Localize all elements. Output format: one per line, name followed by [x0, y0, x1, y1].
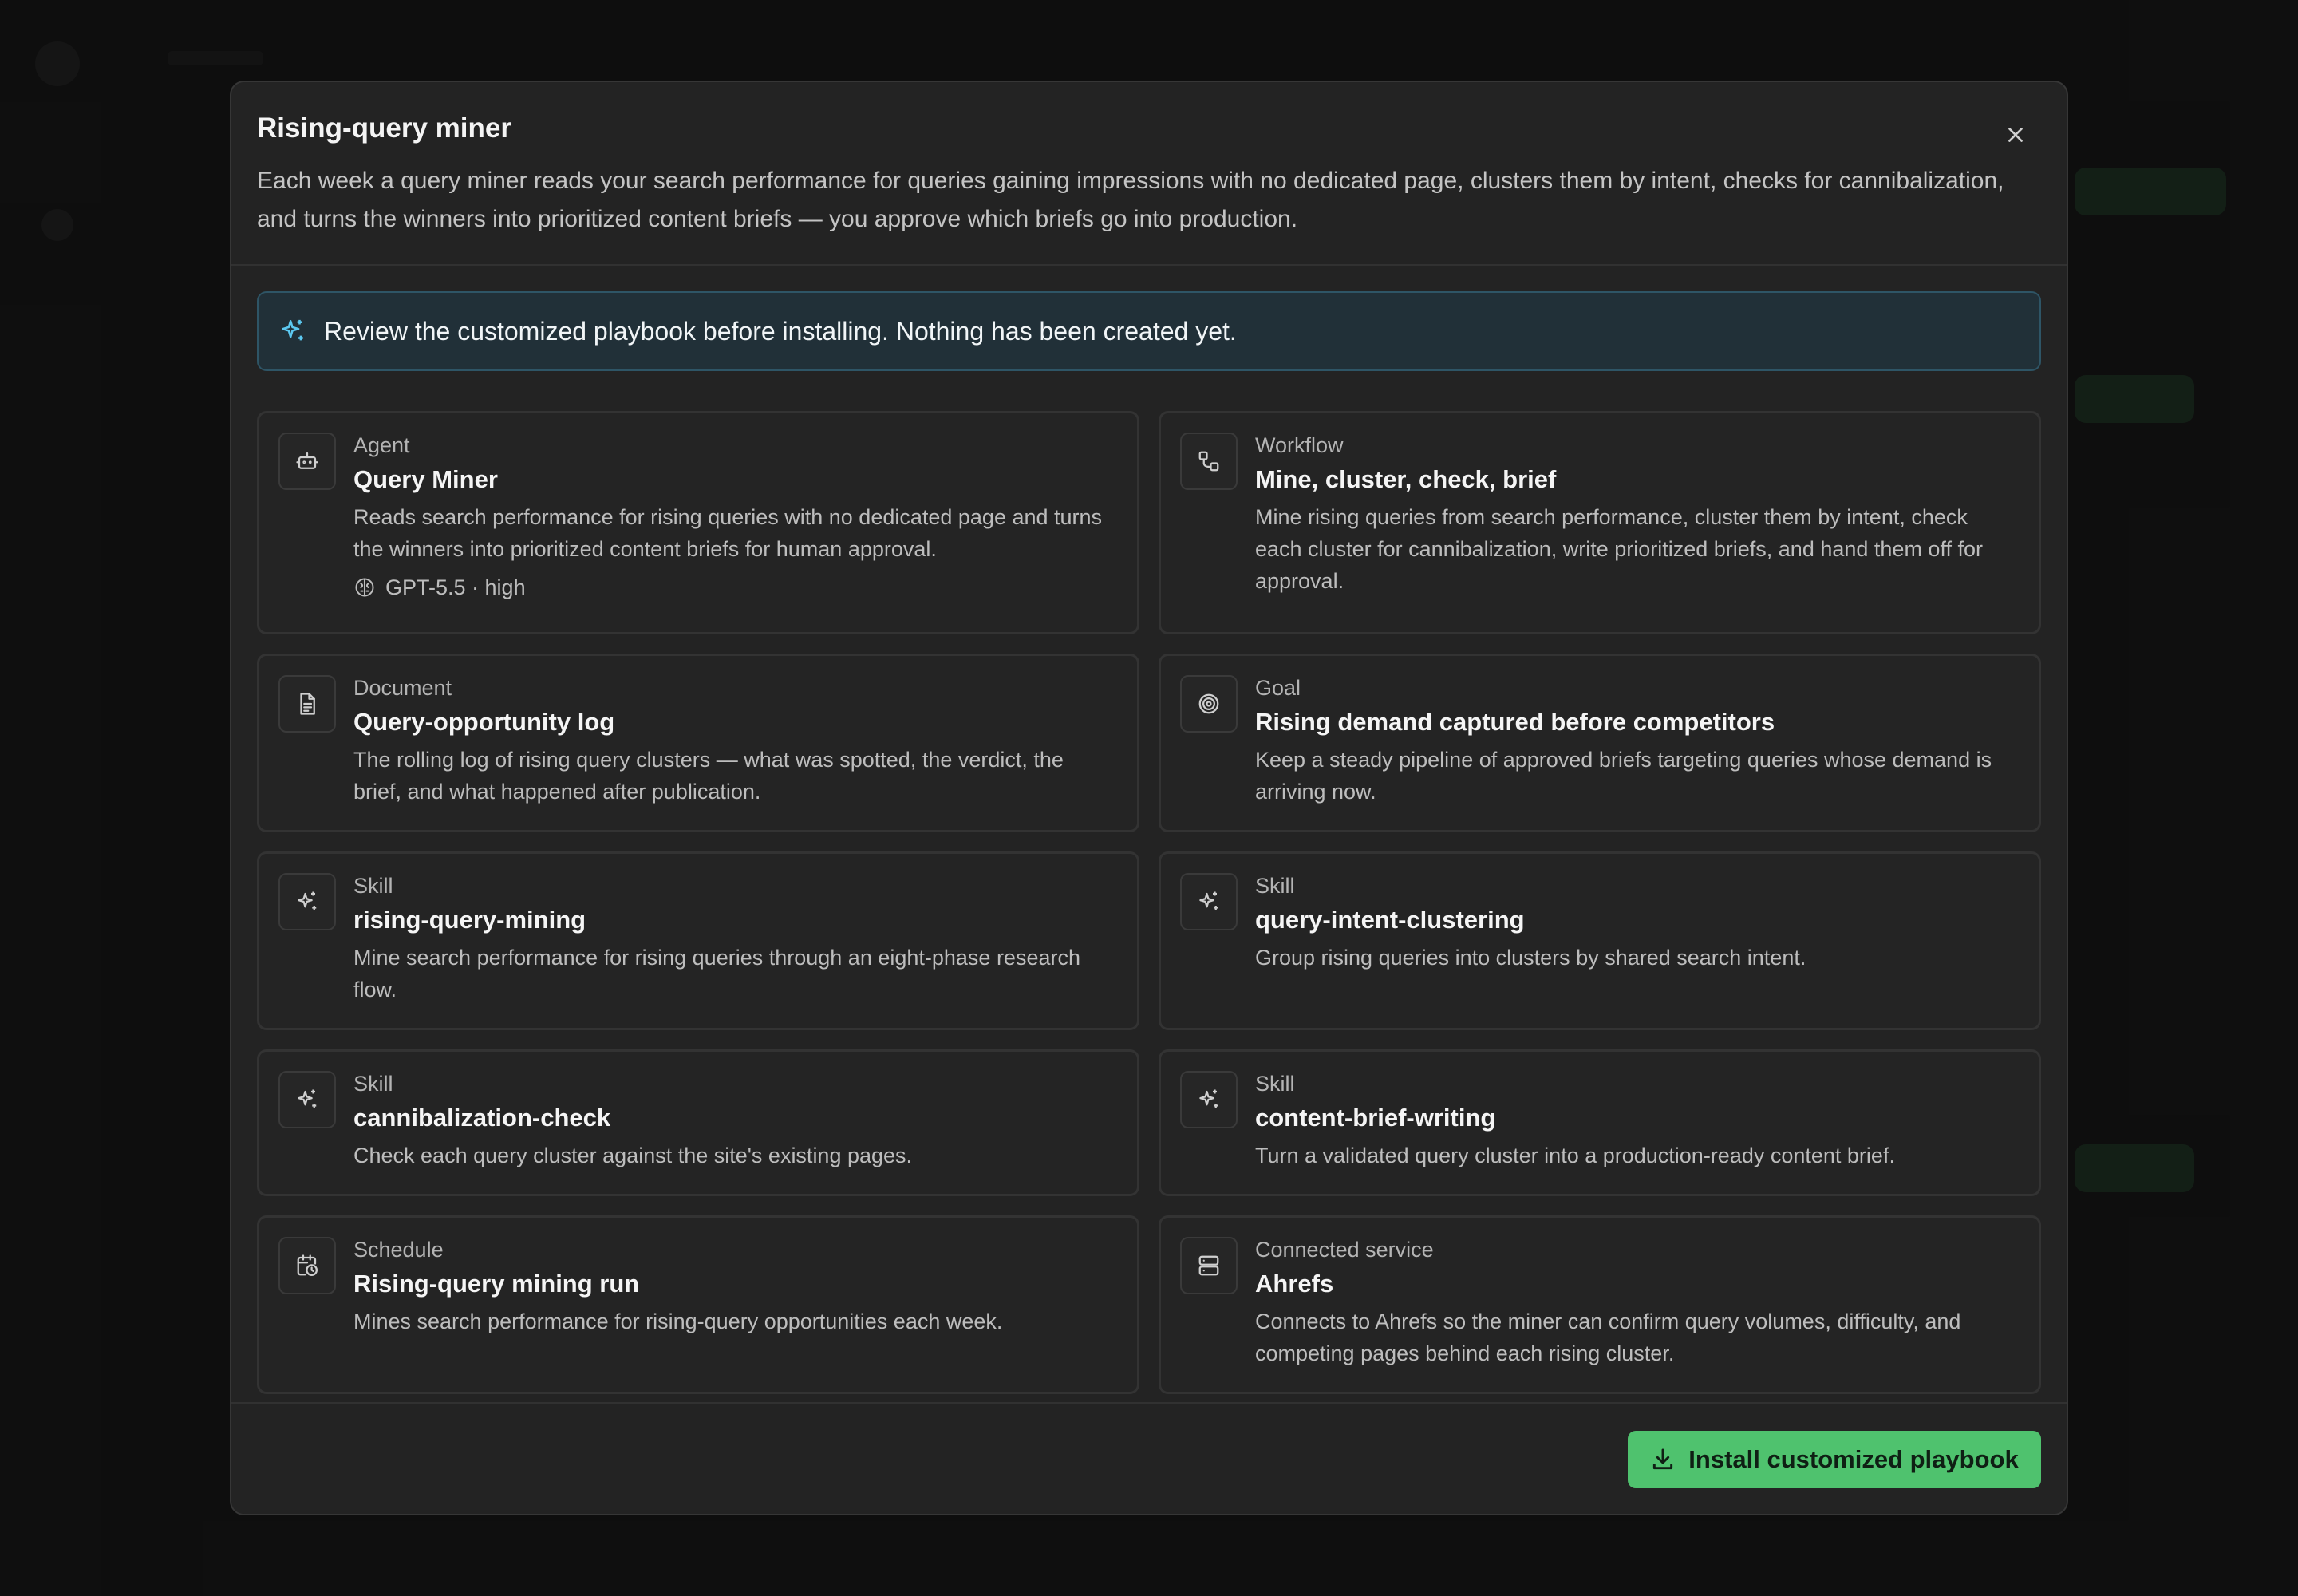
- card-title: Rising demand captured before competitor…: [1255, 708, 1775, 736]
- card-icon-box: [278, 675, 336, 733]
- target-icon: [1198, 693, 1219, 714]
- card-kind: Goal: [1255, 676, 1301, 700]
- card-description: Mines search performance for rising-quer…: [353, 1310, 1003, 1333]
- card-agent[interactable]: Agent Query Miner Reads search performan…: [257, 411, 1139, 634]
- calendar-clock-icon: [297, 1254, 318, 1276]
- card-description: Mine search performance for rising queri…: [353, 946, 1080, 1001]
- card-description: Group rising queries into clusters by sh…: [1255, 946, 1806, 970]
- close-icon: [2008, 128, 2023, 142]
- card-title: query-intent-clustering: [1255, 906, 1525, 934]
- card-kind: Skill: [353, 1072, 393, 1096]
- card-title: rising-query-mining: [353, 906, 586, 934]
- close-button[interactable]: [1998, 117, 2033, 152]
- card-connected-service[interactable]: Connected service Ahrefs Connects to Ahr…: [1159, 1215, 2041, 1394]
- card-description: Reads search performance for rising quer…: [353, 505, 1103, 561]
- robot-icon: [296, 452, 318, 469]
- card-skill-content-brief-writing[interactable]: Skill content-brief-writing Turn a valid…: [1159, 1049, 2041, 1196]
- card-title: Rising-query mining run: [353, 1270, 640, 1298]
- card-kind: Connected service: [1255, 1238, 1434, 1262]
- playbook-modal: Rising-query miner Each week a query min…: [230, 81, 2068, 1515]
- card-icon-box: [278, 1237, 336, 1294]
- card-description: The rolling log of rising query clusters…: [353, 748, 1064, 804]
- install-playbook-button[interactable]: Install customized playbook: [1628, 1431, 2041, 1488]
- card-icon-box: [278, 433, 336, 490]
- card-description: Keep a steady pipeline of approved brief…: [1255, 748, 1992, 804]
- card-kind: Schedule: [353, 1238, 444, 1262]
- card-icon-box: [1180, 873, 1238, 930]
- document-icon: [300, 693, 315, 715]
- card-title: Query-opportunity log: [353, 708, 615, 736]
- modal-description: Each week a query miner reads your searc…: [257, 168, 2004, 232]
- modal-header: Rising-query miner Each week a query min…: [231, 82, 2067, 266]
- server-icon: [1198, 1255, 1219, 1276]
- card-kind: Skill: [353, 874, 393, 898]
- card-title: content-brief-writing: [1255, 1104, 1496, 1132]
- sparkles-icon: [281, 319, 303, 341]
- card-icon-box: [278, 1071, 336, 1128]
- model-label: GPT-5.5 · high: [385, 575, 526, 599]
- playbook-items-grid: Agent Query Miner Reads search performan…: [257, 411, 2041, 1394]
- card-title: Mine, cluster, check, brief: [1255, 465, 1557, 493]
- card-icon-box: [1180, 433, 1238, 490]
- card-kind: Document: [353, 676, 452, 700]
- card-title: Query Miner: [353, 465, 498, 493]
- card-schedule[interactable]: Schedule Rising-query mining run Mines s…: [257, 1215, 1139, 1394]
- card-icon-box: [1180, 1237, 1238, 1294]
- sparkles-icon: [1199, 1089, 1218, 1108]
- sparkles-icon: [298, 891, 317, 910]
- model-badge: GPT-5.5 · high: [353, 571, 1116, 603]
- card-icon-box: [1180, 1071, 1238, 1128]
- card-kind: Agent: [353, 433, 410, 457]
- card-kind: Workflow: [1255, 433, 1344, 457]
- brain-icon: [355, 578, 374, 597]
- card-description: Connects to Ahrefs so the miner can conf…: [1255, 1310, 1961, 1365]
- card-goal[interactable]: Goal Rising demand captured before compe…: [1159, 654, 2041, 832]
- card-description: Turn a validated query cluster into a pr…: [1255, 1144, 1895, 1167]
- card-kind: Skill: [1255, 874, 1295, 898]
- download-icon: [1653, 1448, 1673, 1470]
- modal-title: Rising-query miner: [257, 113, 511, 144]
- sparkles-icon: [1199, 891, 1218, 910]
- workflow-icon: [1198, 451, 1219, 472]
- sparkles-icon: [298, 1089, 317, 1108]
- card-skill-rising-query-mining[interactable]: Skill rising-query-mining Mine search pe…: [257, 851, 1139, 1030]
- card-description: Check each query cluster against the sit…: [353, 1144, 913, 1167]
- banner-text: Review the customized playbook before in…: [324, 316, 1237, 346]
- card-document[interactable]: Document Query-opportunity log The rolli…: [257, 654, 1139, 832]
- review-banner: Review the customized playbook before in…: [257, 291, 2041, 371]
- card-title: cannibalization-check: [353, 1104, 611, 1132]
- card-description: Mine rising queries from search performa…: [1255, 505, 1983, 593]
- card-workflow[interactable]: Workflow Mine, cluster, check, brief Min…: [1159, 411, 2041, 634]
- card-icon-box: [278, 873, 336, 930]
- install-label: Install customized playbook: [1688, 1445, 2019, 1473]
- card-skill-query-intent-clustering[interactable]: Skill query-intent-clustering Group risi…: [1159, 851, 2041, 1030]
- card-title: Ahrefs: [1255, 1270, 1334, 1298]
- card-skill-cannibalization-check[interactable]: Skill cannibalization-check Check each q…: [257, 1049, 1139, 1196]
- card-kind: Skill: [1255, 1072, 1295, 1096]
- card-icon-box: [1180, 675, 1238, 733]
- modal-footer: Install customized playbook: [231, 1402, 2067, 1514]
